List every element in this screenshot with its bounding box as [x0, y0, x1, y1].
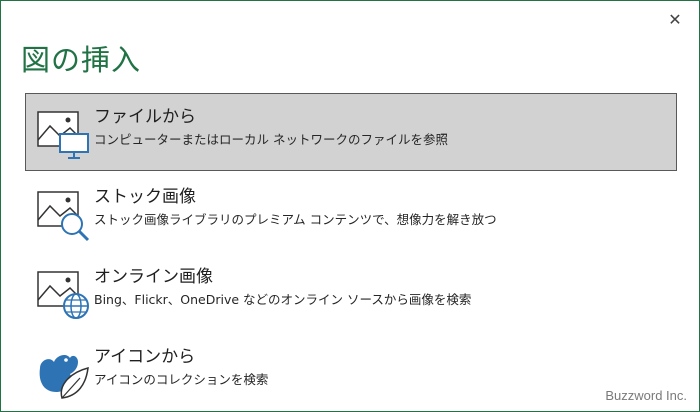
option-description: アイコンのコレクションを検索 [94, 372, 269, 387]
picture-search-icon [36, 186, 96, 242]
option-from-file[interactable]: ファイルから コンピューターまたはローカル ネットワークのファイルを参照 [25, 93, 677, 171]
option-stock-images[interactable]: ストック画像 ストック画像ライブラリのプレミアム コンテンツで、想像力を解き放つ [25, 173, 677, 251]
watermark: Buzzword Inc. [605, 388, 687, 403]
insert-picture-dialog: ✕ 図の挿入 ファイルから コンピューターまたはローカル ネットワークのファイル… [0, 0, 700, 412]
option-online-images[interactable]: オンライン画像 Bing、Flickr、OneDrive などのオンライン ソー… [25, 253, 677, 331]
option-description: Bing、Flickr、OneDrive などのオンライン ソースから画像を検索 [94, 292, 472, 307]
bird-leaf-icon [36, 346, 96, 402]
close-icon: ✕ [668, 9, 682, 29]
option-title: ストック画像 [94, 187, 196, 207]
picture-globe-icon [36, 266, 96, 322]
picture-computer-icon [36, 106, 96, 162]
option-title: オンライン画像 [94, 267, 213, 287]
option-title: ファイルから [94, 107, 196, 127]
dialog-title: 図の挿入 [21, 43, 142, 77]
close-button[interactable]: ✕ [663, 7, 687, 31]
option-description: ストック画像ライブラリのプレミアム コンテンツで、想像力を解き放つ [94, 212, 497, 227]
option-title: アイコンから [94, 347, 196, 367]
option-description: コンピューターまたはローカル ネットワークのファイルを参照 [94, 132, 448, 147]
option-from-icons[interactable]: アイコンから アイコンのコレクションを検索 [25, 333, 677, 411]
